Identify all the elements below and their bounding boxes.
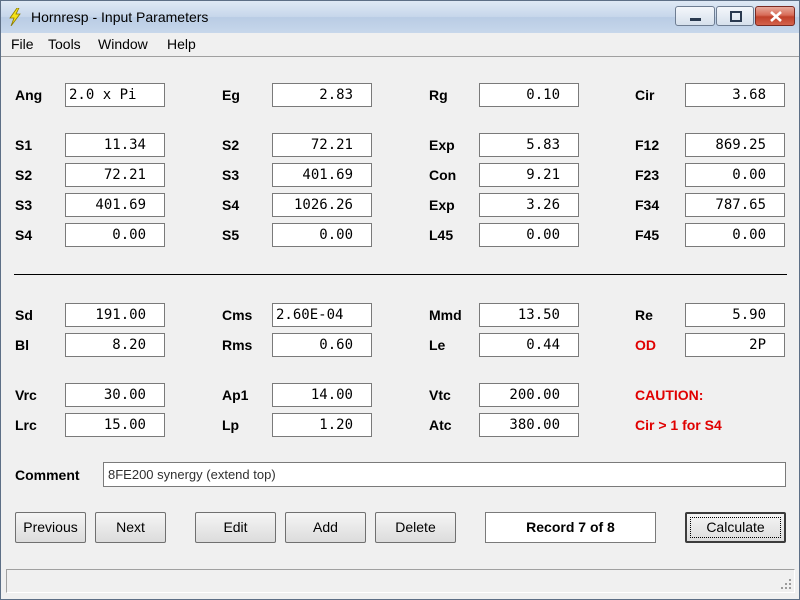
restore-button[interactable]: [716, 6, 754, 26]
field-l45[interactable]: 0.00: [479, 223, 579, 247]
field-s2-left[interactable]: 72.21: [65, 163, 165, 187]
field-eg[interactable]: 2.83: [272, 83, 372, 107]
field-s3-left[interactable]: 401.69: [65, 193, 165, 217]
label-comment: Comment: [15, 467, 80, 483]
field-cir[interactable]: 3.68: [685, 83, 785, 107]
comment-field[interactable]: 8FE200 synergy (extend top): [103, 462, 786, 487]
label-le: Le: [429, 337, 446, 353]
minimize-button[interactable]: [675, 6, 715, 26]
field-f45[interactable]: 0.00: [685, 223, 785, 247]
label-atc: Atc: [429, 417, 452, 433]
input-panel: Ang 2.0 x Pi Eg 2.83 Rg 0.10 Cir 3.68 S1…: [1, 56, 799, 567]
main-window: Hornresp - Input Parameters File Tools W…: [0, 0, 800, 600]
label-s4-left: S4: [15, 227, 33, 243]
resize-grip-icon[interactable]: [780, 578, 792, 590]
menu-window[interactable]: Window: [98, 36, 148, 52]
label-con: Con: [429, 167, 457, 183]
field-sd[interactable]: 191.00: [65, 303, 165, 327]
caution-message: Cir > 1 for S4: [635, 417, 722, 433]
field-cms[interactable]: 2.60E-04: [272, 303, 372, 327]
status-bar: [6, 569, 795, 593]
label-rms: Rms: [222, 337, 253, 353]
field-s2[interactable]: 72.21: [272, 133, 372, 157]
previous-button[interactable]: Previous: [15, 512, 86, 543]
label-ang: Ang: [15, 87, 43, 103]
label-sd: Sd: [15, 307, 33, 323]
edit-button[interactable]: Edit: [195, 512, 276, 543]
label-s5: S5: [222, 227, 240, 243]
field-exp-1[interactable]: 5.83: [479, 133, 579, 157]
label-ap1: Ap1: [222, 387, 249, 403]
label-exp-2: Exp: [429, 197, 455, 213]
field-atc[interactable]: 380.00: [479, 413, 579, 437]
label-s2: S2: [222, 137, 240, 153]
menu-file[interactable]: File: [11, 36, 34, 52]
label-s3-left: S3: [15, 197, 33, 213]
label-s3: S3: [222, 167, 240, 183]
lightning-bolt-icon: [9, 8, 21, 26]
field-s5[interactable]: 0.00: [272, 223, 372, 247]
field-lp[interactable]: 1.20: [272, 413, 372, 437]
label-bl: Bl: [15, 337, 29, 353]
label-f12: F12: [635, 137, 660, 153]
field-s4[interactable]: 1026.26: [272, 193, 372, 217]
menu-tools[interactable]: Tools: [48, 36, 81, 52]
label-f34: F34: [635, 197, 660, 213]
close-icon: [770, 11, 782, 22]
label-re: Re: [635, 307, 653, 323]
label-s1: S1: [15, 137, 33, 153]
field-vtc[interactable]: 200.00: [479, 383, 579, 407]
add-button[interactable]: Add: [285, 512, 366, 543]
label-lp: Lp: [222, 417, 240, 433]
delete-button[interactable]: Delete: [375, 512, 456, 543]
field-exp-2[interactable]: 3.26: [479, 193, 579, 217]
label-l45: L45: [429, 227, 454, 243]
label-lrc: Lrc: [15, 417, 37, 433]
minimize-icon: [690, 18, 701, 21]
label-vtc: Vtc: [429, 387, 451, 403]
record-indicator: Record 7 of 8: [485, 512, 656, 543]
window-title: Hornresp - Input Parameters: [31, 9, 209, 25]
field-vrc[interactable]: 30.00: [65, 383, 165, 407]
caution-title: CAUTION:: [635, 387, 704, 403]
label-od: OD: [635, 337, 656, 353]
field-lrc[interactable]: 15.00: [65, 413, 165, 437]
field-f12[interactable]: 869.25: [685, 133, 785, 157]
field-f23[interactable]: 0.00: [685, 163, 785, 187]
field-re[interactable]: 5.90: [685, 303, 785, 327]
field-f34[interactable]: 787.65: [685, 193, 785, 217]
menu-help[interactable]: Help: [167, 36, 196, 52]
label-s4: S4: [222, 197, 240, 213]
label-cms: Cms: [222, 307, 253, 323]
label-exp-1: Exp: [429, 137, 455, 153]
field-le[interactable]: 0.44: [479, 333, 579, 357]
field-bl[interactable]: 8.20: [65, 333, 165, 357]
label-cir: Cir: [635, 87, 655, 103]
field-rms[interactable]: 0.60: [272, 333, 372, 357]
field-mmd[interactable]: 13.50: [479, 303, 579, 327]
label-eg: Eg: [222, 87, 240, 103]
restore-icon: [730, 11, 742, 22]
label-rg: Rg: [429, 87, 448, 103]
next-button[interactable]: Next: [95, 512, 166, 543]
field-s3[interactable]: 401.69: [272, 163, 372, 187]
field-ap1[interactable]: 14.00: [272, 383, 372, 407]
label-f45: F45: [635, 227, 660, 243]
label-f23: F23: [635, 167, 660, 183]
label-vrc: Vrc: [15, 387, 37, 403]
field-con[interactable]: 9.21: [479, 163, 579, 187]
section-divider: [14, 274, 787, 275]
menu-bar: File Tools Window Help: [1, 33, 799, 55]
field-rg[interactable]: 0.10: [479, 83, 579, 107]
field-s1[interactable]: 11.34: [65, 133, 165, 157]
field-ang[interactable]: 2.0 x Pi: [65, 83, 165, 107]
field-od[interactable]: 2P: [685, 333, 785, 357]
label-mmd: Mmd: [429, 307, 462, 323]
calculate-button[interactable]: Calculate: [685, 512, 786, 543]
label-s2-left: S2: [15, 167, 33, 183]
title-bar[interactable]: Hornresp - Input Parameters: [1, 1, 799, 33]
close-button[interactable]: [755, 6, 795, 26]
field-s4-left[interactable]: 0.00: [65, 223, 165, 247]
